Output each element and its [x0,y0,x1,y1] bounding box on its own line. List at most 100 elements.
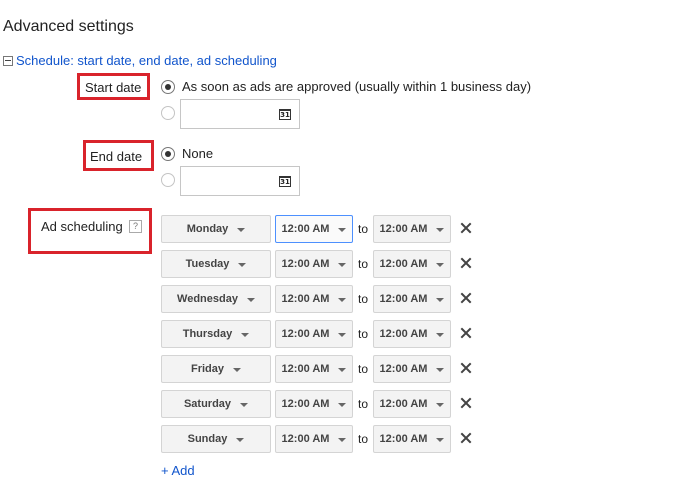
start-time-value: 12:00 AM [281,258,330,270]
to-label: to [358,327,369,341]
day-dropdown[interactable]: Monday [161,215,271,243]
end-time-dropdown[interactable]: 12:00 AM [373,425,451,453]
end-date-label-box: End date [83,140,154,171]
start-time-dropdown[interactable]: 12:00 AM [275,355,353,383]
start-time-value: 12:00 AM [281,328,330,340]
to-label: to [358,257,369,271]
end-time-value: 12:00 AM [379,223,428,235]
dropdown-caret-icon [338,332,347,337]
day-dropdown[interactable]: Thursday [161,320,271,348]
start-time-value: 12:00 AM [281,293,330,305]
remove-x-icon[interactable] [459,431,473,445]
calendar-icon[interactable]: 31 [279,176,291,187]
end-time-dropdown[interactable]: 12:00 AM [373,285,451,313]
end-date-option-custom[interactable] [161,173,175,187]
dropdown-caret-icon [338,262,347,267]
schedule-section-toggle[interactable]: Schedule: start date, end date, ad sched… [3,53,277,68]
start-date-input[interactable]: 31 [180,99,300,129]
dropdown-caret-icon [241,332,250,337]
calendar-icon[interactable]: 31 [279,109,291,120]
to-label: to [358,292,369,306]
end-time-value: 12:00 AM [379,363,428,375]
to-label: to [358,397,369,411]
end-none-radio[interactable] [161,146,175,161]
dropdown-caret-icon [436,297,445,302]
end-time-value: 12:00 AM [379,398,428,410]
start-date-label-box: Start date [77,73,150,100]
dropdown-caret-icon [240,402,249,407]
end-time-value: 12:00 AM [379,433,428,445]
day-dropdown-value: Tuesday [185,258,230,270]
end-time-dropdown[interactable]: 12:00 AM [373,215,451,243]
dropdown-caret-icon [338,402,347,407]
end-time-dropdown[interactable]: 12:00 AM [373,250,451,278]
end-time-value: 12:00 AM [379,293,428,305]
start-asap-radio[interactable] [161,79,175,94]
collapse-minus-icon[interactable] [3,55,13,66]
dropdown-caret-icon [338,297,347,302]
remove-x-icon[interactable] [459,256,473,270]
dropdown-caret-icon [246,297,255,302]
dropdown-caret-icon [436,402,445,407]
remove-x-icon[interactable] [459,326,473,340]
start-asap-label: As soon as ads are approved (usually wit… [182,79,532,94]
dropdown-caret-icon [338,227,347,232]
dropdown-caret-icon [436,332,445,337]
day-dropdown-value: Wednesday [177,293,238,305]
end-time-value: 12:00 AM [379,258,428,270]
end-time-dropdown[interactable]: 12:00 AM [373,320,451,348]
page-title: Advanced settings [3,18,134,35]
start-time-dropdown[interactable]: 12:00 AM [275,390,353,418]
day-dropdown[interactable]: Friday [161,355,271,383]
start-date-label: Start date [85,80,142,95]
start-date-option-custom[interactable] [161,106,175,120]
dropdown-caret-icon [237,227,246,232]
to-label: to [358,432,369,446]
end-custom-radio[interactable] [161,173,175,187]
dropdown-caret-icon [436,437,445,442]
day-dropdown-value: Monday [186,223,229,235]
dropdown-caret-icon [233,367,241,372]
start-time-value: 12:00 AM [281,398,330,410]
day-dropdown[interactable]: Tuesday [161,250,271,278]
start-time-dropdown[interactable]: 12:00 AM [275,215,353,243]
dropdown-caret-icon [436,367,445,372]
day-dropdown-value: Sunday [187,433,228,445]
end-date-input[interactable]: 31 [180,166,300,196]
remove-x-icon[interactable] [459,361,473,375]
remove-x-icon[interactable] [459,291,473,305]
start-time-value: 12:00 AM [281,433,330,445]
start-time-value: 12:00 AM [281,223,330,235]
dropdown-caret-icon [338,367,347,372]
day-dropdown-value: Saturday [183,398,232,410]
remove-x-icon[interactable] [459,396,473,410]
day-dropdown[interactable]: Wednesday [161,285,271,313]
end-none-label: None [182,146,214,161]
ad-scheduling-label: Ad scheduling [41,219,123,234]
start-time-dropdown[interactable]: 12:00 AM [275,320,353,348]
ad-scheduling-label-box: Ad scheduling ? [28,208,152,254]
start-time-dropdown[interactable]: 12:00 AM [275,425,353,453]
help-icon[interactable]: ? [129,220,142,233]
day-dropdown[interactable]: Sunday [161,425,271,453]
start-custom-radio[interactable] [161,106,175,120]
to-label: to [358,362,369,376]
end-time-dropdown[interactable]: 12:00 AM [373,355,451,383]
start-time-value: 12:00 AM [281,363,330,375]
start-date-option-asap[interactable]: As soon as ads are approved (usually wit… [161,79,531,94]
end-time-value: 12:00 AM [379,328,428,340]
start-time-dropdown[interactable]: 12:00 AM [275,285,353,313]
add-schedule-link[interactable]: + Add [161,463,195,478]
dropdown-caret-icon [338,437,347,442]
day-dropdown[interactable]: Saturday [161,390,271,418]
end-date-option-none[interactable]: None [161,146,213,161]
day-dropdown-value: Thursday [182,328,233,340]
to-label: to [358,222,369,236]
start-time-dropdown[interactable]: 12:00 AM [275,250,353,278]
dropdown-caret-icon [236,437,245,442]
dropdown-caret-icon [238,262,247,267]
schedule-section-link[interactable]: Schedule: start date, end date, ad sched… [16,53,277,68]
dropdown-caret-icon [436,227,445,232]
end-time-dropdown[interactable]: 12:00 AM [373,390,451,418]
remove-x-icon[interactable] [459,221,473,235]
